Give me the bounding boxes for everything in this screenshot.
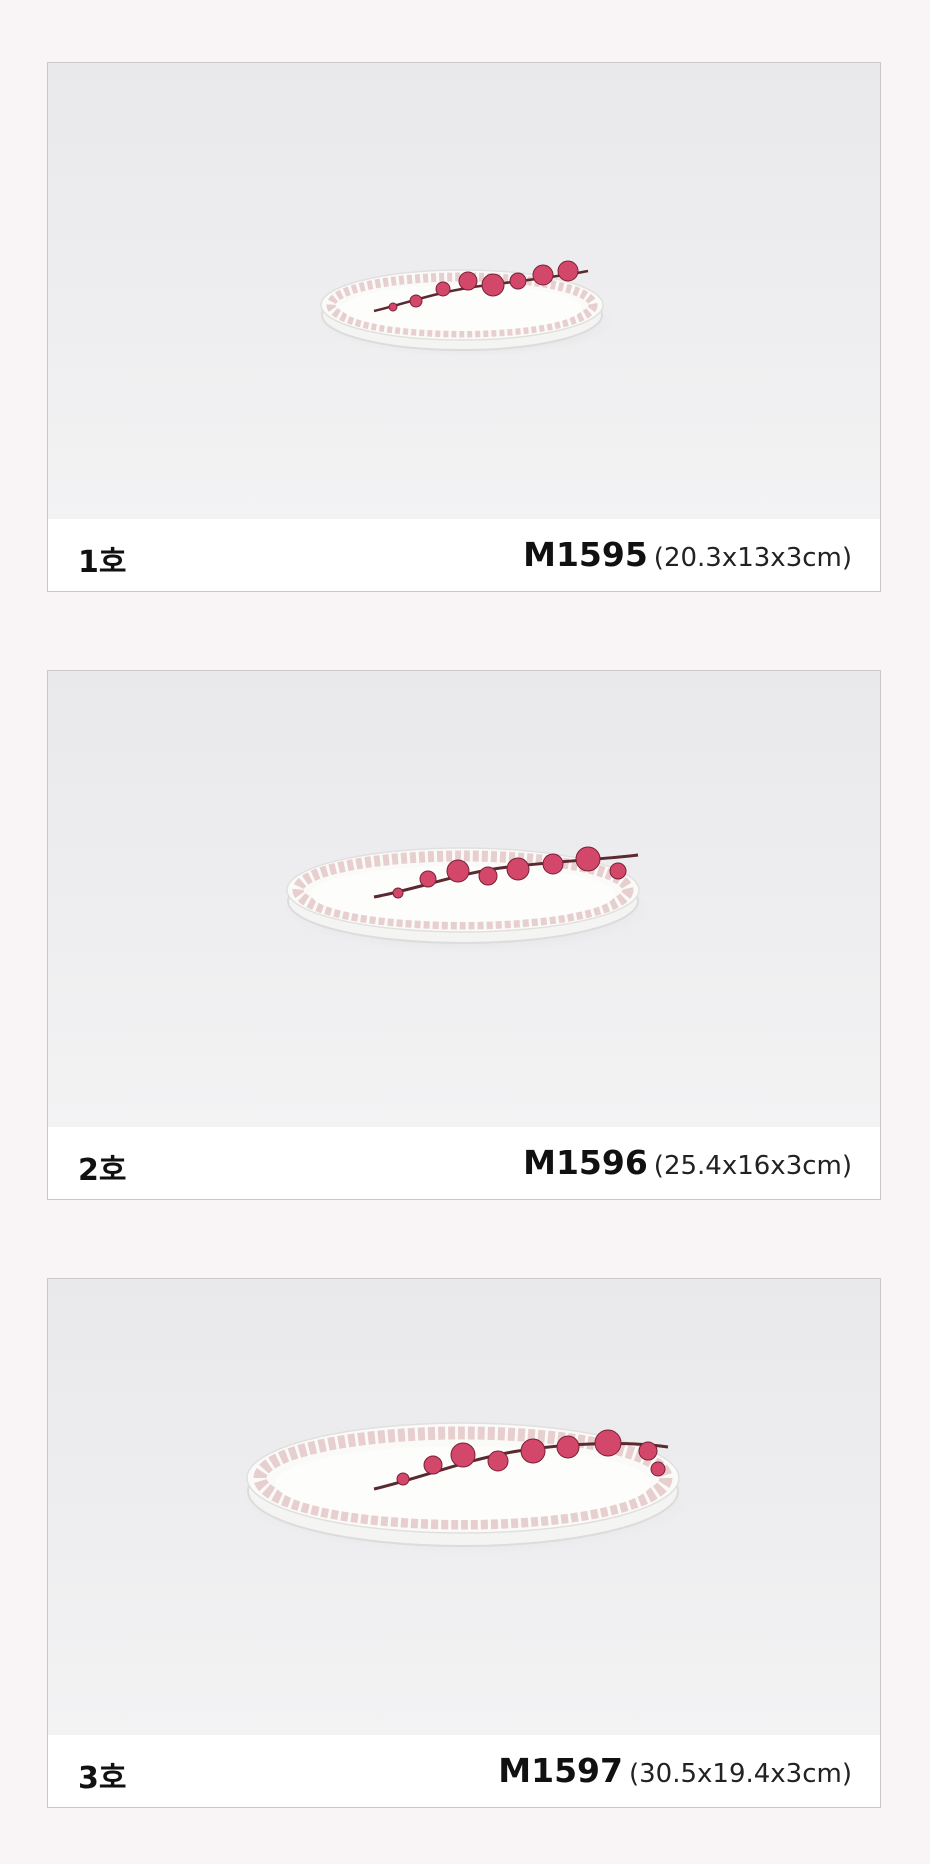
product-caption-3: 3호 M1597 (30.5x19.4x3cm) [48,1735,880,1807]
size-label: 1호 [78,545,127,580]
size-label: 2호 [78,1153,127,1188]
product-photo-3 [48,1279,880,1735]
size-label: 3호 [78,1761,127,1796]
product-caption-1: 1호 M1595 (20.3x13x3cm) [48,519,880,591]
product-card-3: 3호 M1597 (30.5x19.4x3cm) [47,1278,881,1808]
spec: M1597 (30.5x19.4x3cm) [498,1751,852,1790]
spec: M1596 (25.4x16x3cm) [523,1143,852,1182]
product-caption-2: 2호 M1596 (25.4x16x3cm) [48,1127,880,1199]
product-card-1: 1호 M1595 (20.3x13x3cm) [47,62,881,592]
oval-plate-large-image [243,1422,693,1555]
product-card-2: 2호 M1596 (25.4x16x3cm) [47,670,881,1200]
dimensions: (25.4x16x3cm) [653,1151,852,1181]
spec: M1595 (20.3x13x3cm) [523,535,852,574]
model-number: M1595 [523,535,648,574]
dimensions: (20.3x13x3cm) [653,543,852,573]
product-photo-2 [48,671,880,1127]
oval-plate-medium-image [283,846,653,953]
oval-plate-small-image [318,260,618,357]
model-number: M1597 [498,1751,623,1790]
product-photo-1 [48,63,880,519]
dimensions: (30.5x19.4x3cm) [628,1759,852,1789]
model-number: M1596 [523,1143,648,1182]
